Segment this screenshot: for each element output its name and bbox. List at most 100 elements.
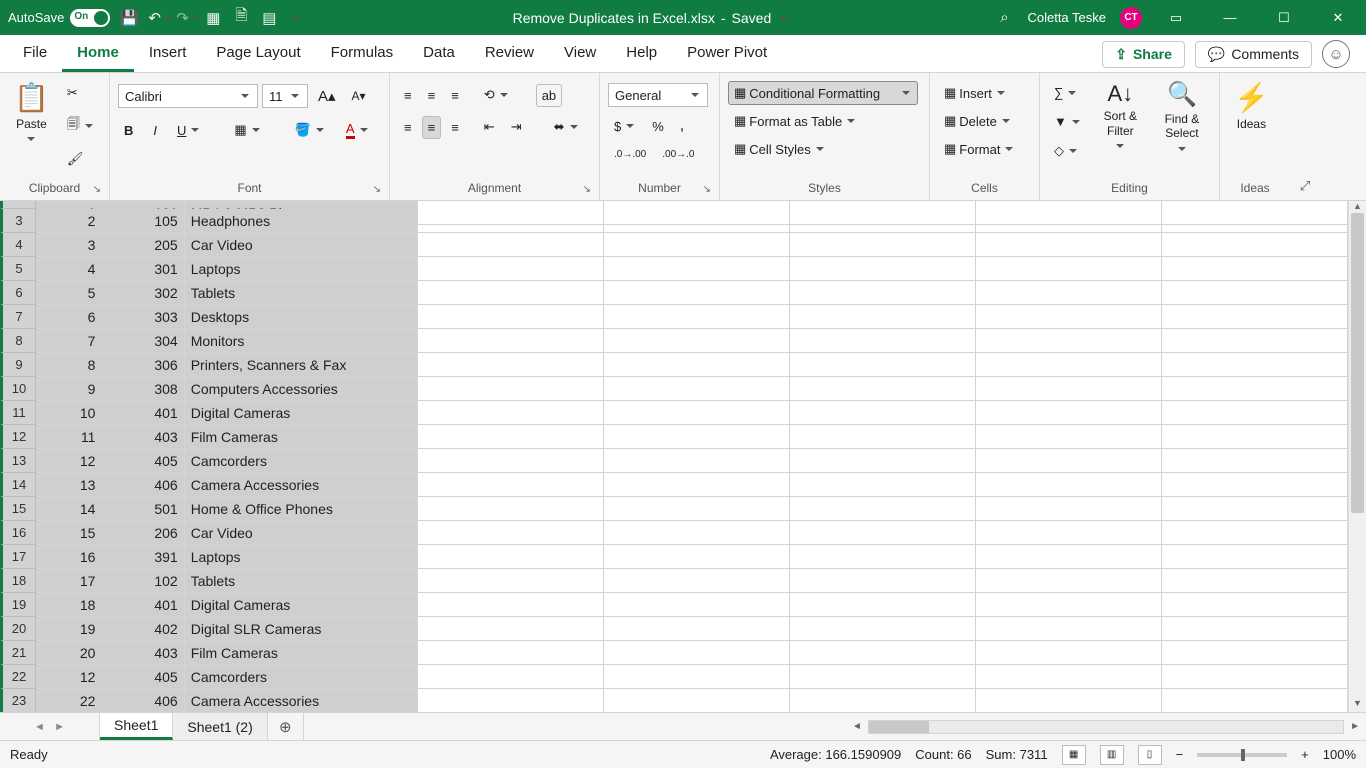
cell[interactable] [790,257,976,281]
row-header[interactable]: 16 [0,521,35,545]
cell[interactable] [1162,689,1348,712]
table-row[interactable]: 15206Car Video [36,521,1348,545]
cell[interactable] [604,593,790,617]
italic-icon[interactable]: I [147,119,163,142]
cell[interactable] [1162,425,1348,449]
font-name-input[interactable]: Calibri [118,84,258,108]
maximize-icon[interactable]: ☐ [1264,3,1304,33]
row-header-column[interactable]: 34567891011121314151617181920212223 [0,201,36,712]
qat-icon-2[interactable]: 🗎 [232,9,250,27]
cell[interactable] [790,641,976,665]
table-row[interactable]: 20403Film Cameras [36,641,1348,665]
cell[interactable]: 16 [36,545,102,569]
cell[interactable] [604,377,790,401]
table-row[interactable]: 12405Camcorders [36,449,1348,473]
cell[interactable] [1162,353,1348,377]
cell[interactable] [418,641,604,665]
cell[interactable] [790,353,976,377]
cell[interactable] [418,233,604,257]
tab-view[interactable]: View [549,34,611,72]
cell[interactable] [1162,257,1348,281]
tab-page-layout[interactable]: Page Layout [201,34,315,72]
qat-icon-1[interactable]: ▦ [204,9,222,27]
cell[interactable] [604,473,790,497]
cell[interactable] [418,617,604,641]
table-row[interactable]: 22406Camera Accessories [36,689,1348,712]
cell[interactable] [1162,473,1348,497]
paste-button[interactable]: 📋 Paste [8,77,55,149]
cell[interactable] [604,545,790,569]
cell[interactable] [976,497,1162,521]
scroll-right-icon[interactable]: ► [1350,721,1360,732]
cell[interactable] [976,617,1162,641]
search-icon[interactable]: ⌕ [995,9,1013,27]
collapse-ribbon-icon[interactable]: ⤢ [1300,178,1310,194]
cell[interactable]: 18 [36,593,102,617]
table-row[interactable]: 7304Monitors [36,329,1348,353]
table-row[interactable]: 1101MP4 & MP3 Players [36,201,1348,209]
decrease-decimal-icon[interactable]: .00→.0 [656,145,700,164]
cell[interactable] [604,353,790,377]
cell[interactable]: Film Cameras [185,425,419,449]
cell[interactable] [790,449,976,473]
comma-icon[interactable]: , [674,113,690,139]
cell[interactable] [604,257,790,281]
delete-cells-button[interactable]: ▦Delete [938,109,1018,133]
cell[interactable] [790,569,976,593]
cell[interactable]: 6 [36,305,102,329]
add-sheet-button[interactable]: ⊕ [268,713,304,740]
cell[interactable] [1162,329,1348,353]
cell[interactable] [790,545,976,569]
cell[interactable]: Camcorders [185,449,419,473]
view-page-layout-icon[interactable]: ▥ [1100,745,1124,765]
cell[interactable] [418,281,604,305]
cell[interactable] [1162,545,1348,569]
wrap-text-icon[interactable]: ab [536,84,562,107]
align-top-icon[interactable]: ≡ [398,84,418,107]
cell[interactable]: Laptops [185,257,419,281]
row-header[interactable]: 19 [0,593,35,617]
cell[interactable]: 5 [36,281,102,305]
cell[interactable] [604,209,790,233]
row-header[interactable]: 20 [0,617,35,641]
font-size-input[interactable]: 11 [262,84,308,108]
table-row[interactable]: 13406Camera Accessories [36,473,1348,497]
orientation-icon[interactable]: ⟲ [478,83,516,107]
format-as-table-button[interactable]: ▦Format as Table [728,109,863,133]
cell[interactable] [418,425,604,449]
view-normal-icon[interactable]: ▦ [1062,745,1086,765]
increase-indent-icon[interactable]: ⇥ [505,115,528,139]
cell[interactable]: 308 [102,377,184,401]
tab-home[interactable]: Home [62,34,134,72]
cell[interactable]: 105 [102,209,184,233]
align-bottom-icon[interactable]: ≡ [445,84,465,107]
cell[interactable]: 7 [36,329,102,353]
scroll-down-icon[interactable]: ▼ [1349,698,1366,712]
qat-dropdown-icon[interactable] [288,9,306,27]
sort-filter-button[interactable]: A↓Sort & Filter [1094,77,1147,156]
cell[interactable]: 13 [36,473,102,497]
find-select-button[interactable]: 🔍Find & Select [1153,77,1211,159]
cell[interactable]: 12 [36,449,102,473]
row-header[interactable]: 22 [0,665,35,689]
cell[interactable]: Laptops [185,545,419,569]
format-cells-button[interactable]: ▦Format [938,137,1021,161]
cell[interactable] [790,305,976,329]
close-icon[interactable]: ✕ [1318,3,1358,33]
sheet-tab-2[interactable]: Sheet1 (2) [173,713,267,740]
table-row[interactable]: 4301Laptops [36,257,1348,281]
tab-data[interactable]: Data [408,34,470,72]
cell[interactable]: 406 [102,689,184,712]
number-format-input[interactable]: General [608,83,708,107]
autosave-toggle[interactable]: AutoSave On [8,9,110,27]
increase-decimal-icon[interactable]: .0→.00 [608,145,652,164]
cell[interactable] [418,497,604,521]
cell[interactable] [418,377,604,401]
redo-icon[interactable]: ↷ [176,9,194,27]
cell[interactable] [976,545,1162,569]
cell[interactable] [790,665,976,689]
row-header[interactable]: 18 [0,569,35,593]
cell[interactable] [1162,209,1348,233]
cell[interactable] [418,545,604,569]
tab-file[interactable]: File [8,34,62,72]
